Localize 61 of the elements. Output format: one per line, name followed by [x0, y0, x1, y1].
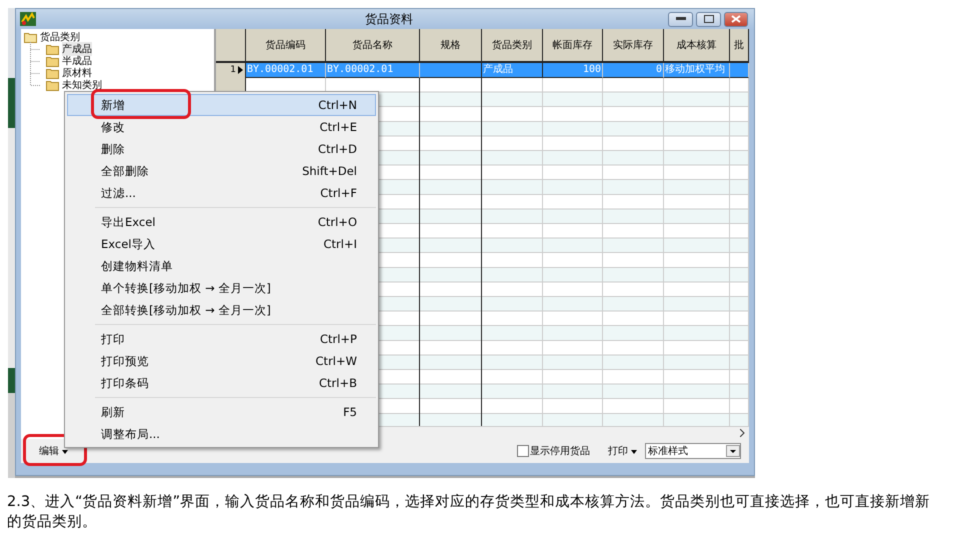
table-cell: 100	[543, 63, 603, 78]
menu-item[interactable]: 刷新 F5	[67, 401, 376, 423]
tree-item[interactable]: 未知类别	[62, 78, 102, 92]
menu-item[interactable]: 创建物料清单	[67, 255, 376, 277]
menu-item[interactable]: 修改 Ctrl+E	[67, 116, 376, 138]
table-cell	[730, 63, 749, 78]
minimize-button[interactable]	[668, 12, 693, 26]
column-header[interactable]: 货品编码	[246, 29, 326, 63]
table-cell: BY.00002.01	[246, 63, 326, 78]
menu-item[interactable]: 打印条码 Ctrl+B	[67, 372, 376, 394]
folder-icon	[46, 56, 60, 66]
column-header[interactable]: 实际库存	[603, 29, 664, 63]
menu-item[interactable]: Excel导入 Ctrl+I	[67, 233, 376, 255]
menu-item[interactable]: 过滤... Ctrl+F	[67, 182, 376, 204]
menu-item[interactable]: 单个转换[移动加权 → 全月一次]	[67, 277, 376, 299]
caption-text: 2.3、进入“货品资料新增”界面，输入货品名称和货品编码，选择对应的存货类型和成本核算方法。货品类别也可直接选择，也可直接新增新的货品类别。	[7, 492, 932, 532]
tree-item[interactable]: 原材料	[62, 66, 92, 80]
table-cell: 移动加权平均	[664, 63, 730, 78]
column-header[interactable]: 帐面库存	[543, 29, 603, 63]
app-logo-icon	[20, 12, 36, 26]
row-number: 1	[230, 65, 236, 76]
maximize-button[interactable]	[696, 12, 721, 26]
close-button[interactable]	[724, 12, 748, 26]
table-cell: BY.00002.01	[326, 63, 420, 78]
row-header[interactable]: 1	[216, 63, 246, 78]
column-header[interactable]: 货品名称	[326, 29, 420, 63]
menu-item[interactable]: 打印预览 Ctrl+W	[67, 350, 376, 372]
column-header[interactable]: 批	[730, 29, 749, 63]
tree-item[interactable]: 货品类别	[40, 30, 80, 44]
tree-item[interactable]: 半成品	[62, 54, 92, 68]
edit-menu-button[interactable]: 编辑	[35, 442, 72, 460]
scroll-right-icon[interactable]	[740, 429, 745, 437]
folder-icon	[46, 80, 60, 90]
maximize-icon	[704, 15, 714, 23]
caret-icon	[62, 450, 68, 454]
folder-icon	[46, 44, 60, 54]
menu-item[interactable]: 新增 Ctrl+N	[67, 94, 376, 116]
print-dropdown-button[interactable]: 打印	[606, 442, 639, 460]
current-row-icon	[238, 66, 243, 74]
tree-line	[30, 42, 41, 56]
window-title: 货品资料	[364, 10, 414, 28]
menu-item[interactable]: 调整布局...	[67, 423, 376, 445]
tree-item[interactable]: 产成品	[62, 42, 92, 56]
table-cell: 0	[603, 63, 664, 78]
menu-item[interactable]: 打印 Ctrl+P	[67, 328, 376, 350]
close-icon	[731, 15, 741, 23]
minimize-icon	[676, 17, 686, 21]
table-cell: 产成品	[482, 63, 543, 78]
menu-item[interactable]: 全部转换[移动加权 → 全月一次]	[67, 299, 376, 321]
table-cell	[420, 63, 482, 78]
caret-icon	[631, 450, 637, 454]
menu-item[interactable]: 全部删除 Shift+Del	[67, 160, 376, 182]
column-header[interactable]: 规格	[420, 29, 482, 63]
tree-line	[30, 54, 41, 68]
menu-item[interactable]: 导出Excel Ctrl+O	[67, 211, 376, 233]
folder-icon	[46, 68, 60, 78]
style-select[interactable]: 标准样式	[645, 443, 741, 459]
header-corner	[216, 29, 246, 63]
menu-item[interactable]: 删除 Ctrl+D	[67, 138, 376, 160]
column-header[interactable]: 货品类别	[482, 29, 543, 63]
column-header[interactable]: 成本核算	[664, 29, 730, 63]
